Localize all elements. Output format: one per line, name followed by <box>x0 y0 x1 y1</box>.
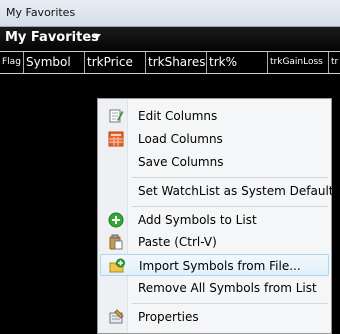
menu-item-edit-columns[interactable]: Edit Columns <box>100 105 329 127</box>
menu-item-load-columns[interactable]: Load Columns <box>100 128 329 150</box>
column-header-trkgainloss[interactable]: trkGainLoss <box>268 52 329 73</box>
menu-item-label: Edit Columns <box>138 109 218 123</box>
panel-title[interactable]: My Favorites <box>5 30 99 45</box>
column-header-truncated[interactable]: tr <box>329 52 340 73</box>
menu-item-label: Set WatchList as System Default <box>138 184 334 198</box>
column-header-trkpct[interactable]: trk% <box>207 52 268 73</box>
menu-item-label: Save Columns <box>138 155 224 169</box>
column-header-row: Flag Symbol trkPrice trkShares trk% trkG… <box>0 51 340 74</box>
add-icon <box>108 212 124 228</box>
column-header-flag[interactable]: Flag <box>0 52 24 73</box>
import-icon <box>109 258 125 273</box>
menu-item-label: Properties <box>138 310 199 324</box>
edit-columns-icon <box>109 109 124 123</box>
menu-item-label: Load Columns <box>138 132 223 146</box>
window-titlebar: My Favorites <box>0 0 340 27</box>
menu-separator <box>132 206 328 207</box>
menu-separator <box>132 177 328 178</box>
menu-item-add-symbols[interactable]: Add Symbols to List <box>100 209 329 231</box>
menu-item-set-system-default[interactable]: Set WatchList as System Default <box>100 180 334 202</box>
menu-item-properties[interactable]: Properties <box>100 306 329 328</box>
menu-separator <box>132 303 328 304</box>
menu-item-paste[interactable]: Paste (Ctrl-V) <box>100 231 329 253</box>
panel-header: My Favorites <box>0 27 340 50</box>
menu-item-label: Add Symbols to List <box>138 213 257 227</box>
context-menu: Edit Columns Load Columns Save Columns S… <box>97 98 334 334</box>
menu-item-label: Import Symbols from File... <box>139 259 301 273</box>
properties-icon <box>109 309 124 324</box>
menu-item-save-columns[interactable]: Save Columns <box>100 151 329 173</box>
column-header-symbol[interactable]: Symbol <box>24 52 85 73</box>
column-header-trkprice[interactable]: trkPrice <box>85 52 146 73</box>
dropdown-caret-icon[interactable] <box>93 34 101 39</box>
menu-item-label: Paste (Ctrl-V) <box>138 235 217 249</box>
paste-icon <box>109 234 123 250</box>
load-columns-icon <box>108 131 124 147</box>
menu-item-import-symbols[interactable]: Import Symbols from File... <box>100 254 329 276</box>
window-title: My Favorites <box>6 6 76 19</box>
menu-item-remove-all[interactable]: Remove All Symbols from List <box>100 277 329 299</box>
menu-item-label: Remove All Symbols from List <box>138 281 317 295</box>
column-header-trkshares[interactable]: trkShares <box>146 52 207 73</box>
